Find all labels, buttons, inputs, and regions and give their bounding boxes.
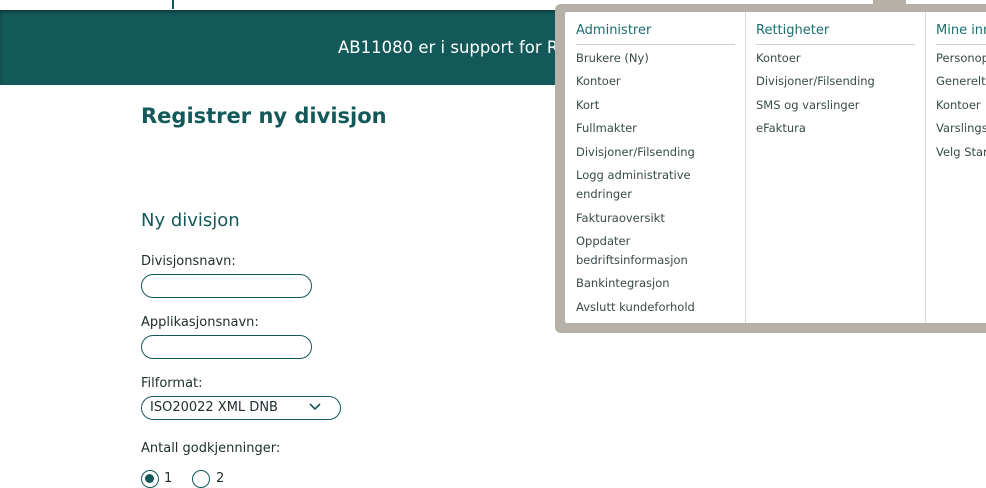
menu-item-avslutt-kundeforhold[interactable]: Avslutt kundeforhold	[576, 298, 695, 317]
menu-item-velg-startside[interactable]: Velg Start	[936, 143, 986, 162]
section-title: Ny divisjon	[141, 210, 240, 231]
menu-item-fullmakter[interactable]: Fullmakter	[576, 119, 637, 138]
menu-heading-administrer: Administrer	[576, 23, 652, 38]
approvals-radio-1[interactable]	[141, 470, 159, 488]
menu-item-rettigheter-divisjoner[interactable]: Divisjoner/Filsending	[756, 72, 875, 91]
file-format-select[interactable]: ISO20022 XML DNB	[141, 396, 341, 420]
menu-column-divider	[925, 12, 926, 323]
support-banner-text: AB11080 er i support for RU	[338, 38, 571, 57]
menu-item-efaktura[interactable]: eFaktura	[756, 119, 806, 138]
menu-item-brukere[interactable]: Brukere (Ny)	[576, 49, 649, 68]
menu-item-logg-administrative-endringer[interactable]: Logg administrative endringer	[576, 166, 726, 204]
approvals-option-2-label: 2	[216, 471, 225, 486]
application-name-label: Applikasjonsnavn:	[141, 315, 259, 330]
menu-heading-rule	[756, 44, 915, 45]
application-name-input[interactable]	[141, 335, 312, 359]
menu-heading-rule	[936, 44, 986, 45]
menu-pointer	[873, 0, 906, 4]
menu-item-mine-kontoer[interactable]: Kontoer	[936, 96, 981, 115]
division-name-input[interactable]	[141, 274, 312, 298]
menu-item-generelt[interactable]: Generelt	[936, 72, 986, 91]
menu-heading-rule	[576, 44, 735, 45]
menu-item-bankintegrasjon[interactable]: Bankintegrasjon	[576, 274, 670, 293]
menu-column-divider	[745, 12, 746, 323]
menu-item-fakturaoversikt[interactable]: Fakturaoversikt	[576, 209, 665, 228]
menu-heading-rettigheter: Rettigheter	[756, 23, 830, 38]
menu-item-kort[interactable]: Kort	[576, 96, 599, 115]
menu-item-oppdater-bedriftsinformasjon[interactable]: Oppdater bedriftsinformasjon	[576, 232, 726, 270]
menu-item-sms-og-varslinger[interactable]: SMS og varslinger	[756, 96, 860, 115]
file-format-label: Filformat:	[141, 376, 203, 391]
nav-divider	[172, 0, 174, 9]
page-title: Registrer ny divisjon	[141, 104, 387, 128]
menu-item-divisjoner-filsending[interactable]: Divisjoner/Filsending	[576, 143, 695, 162]
approvals-option-1-label: 1	[164, 471, 173, 486]
menu-item-varslingstjenester[interactable]: Varslingst	[936, 119, 986, 138]
chevron-down-icon	[309, 403, 321, 411]
approvals-label: Antall godkjenninger:	[141, 441, 281, 456]
file-format-value: ISO20022 XML DNB	[150, 400, 278, 415]
approvals-radio-2[interactable]	[192, 470, 210, 488]
division-name-label: Divisjonsnavn:	[141, 254, 236, 269]
menu-heading-mine-innstillinger: Mine inns	[936, 23, 986, 38]
menu-item-rettigheter-kontoer[interactable]: Kontoer	[756, 49, 801, 68]
menu-item-kontoer[interactable]: Kontoer	[576, 72, 621, 91]
menu-item-personopplysninger[interactable]: Personop	[936, 49, 986, 68]
